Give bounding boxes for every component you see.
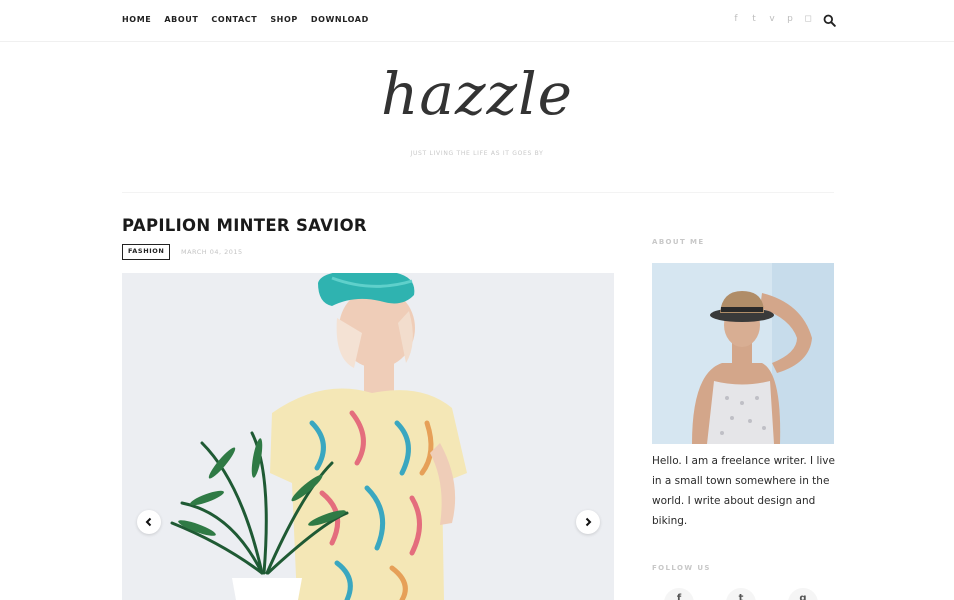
follow-facebook-icon[interactable]: f xyxy=(664,588,694,600)
about-image xyxy=(652,263,834,444)
search-icon[interactable] xyxy=(823,14,836,27)
main-nav: HOME ABOUT CONTACT SHOP DOWNLOAD xyxy=(122,15,369,24)
top-navigation-bar: HOME ABOUT CONTACT SHOP DOWNLOAD f t v p… xyxy=(0,0,954,42)
about-text: Hello. I am a freelance writer. I live i… xyxy=(652,455,835,527)
instagram-icon[interactable]: ◻ xyxy=(803,14,813,25)
chevron-left-icon xyxy=(145,517,152,527)
post-image-slider[interactable] xyxy=(122,273,614,600)
nav-home[interactable]: HOME xyxy=(122,15,151,24)
post-date: MARCH 04, 2015 xyxy=(181,248,243,256)
slider-next-button[interactable] xyxy=(576,510,600,534)
site-tagline: JUST LIVING THE LIFE AS IT GOES BY xyxy=(410,150,544,157)
nav-shop[interactable]: SHOP xyxy=(270,15,298,24)
nav-about[interactable]: ABOUT xyxy=(164,15,198,24)
follow-widget-title: FOLLOW US xyxy=(652,564,711,572)
post-title[interactable]: PAPILION MINTER SAVIOR xyxy=(122,216,367,235)
twitter-icon[interactable]: t xyxy=(749,14,759,25)
pinterest-icon[interactable]: p xyxy=(785,14,795,25)
vimeo-icon[interactable]: v xyxy=(767,14,777,25)
site-logo[interactable]: hazzle xyxy=(0,60,954,128)
follow-social-icons: f t g xyxy=(664,588,818,600)
nav-contact[interactable]: CONTACT xyxy=(211,15,257,24)
featured-image xyxy=(122,273,614,600)
header-divider xyxy=(122,192,834,193)
about-widget-title: ABOUT ME xyxy=(652,238,705,246)
facebook-icon[interactable]: f xyxy=(731,14,741,25)
social-links: f t v p ◻ xyxy=(731,14,813,25)
follow-google-plus-icon[interactable]: g xyxy=(788,588,818,600)
chevron-right-icon xyxy=(585,517,592,527)
follow-twitter-icon[interactable]: t xyxy=(726,588,756,600)
category-badge[interactable]: FASHION xyxy=(122,244,171,260)
nav-download[interactable]: DOWNLOAD xyxy=(311,15,369,24)
about-photo xyxy=(652,263,834,444)
slider-prev-button[interactable] xyxy=(137,510,161,534)
